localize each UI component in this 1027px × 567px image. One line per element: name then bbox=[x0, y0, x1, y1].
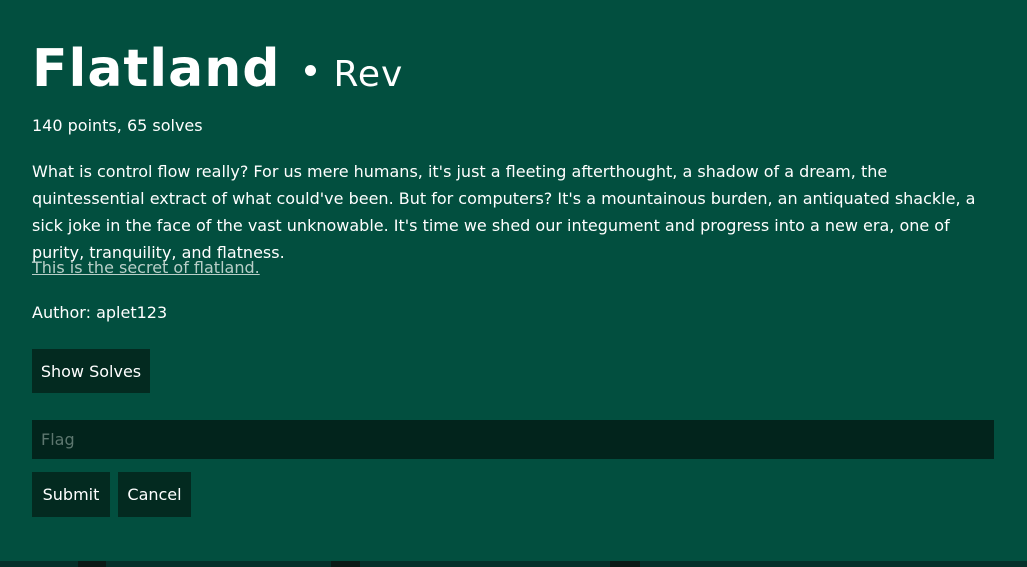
show-solves-button[interactable]: Show Solves bbox=[32, 349, 150, 393]
challenge-panel: Flatland Rev 140 points, 65 solves What … bbox=[0, 0, 1027, 561]
edge-segment bbox=[360, 561, 610, 567]
challenge-category: Rev bbox=[333, 54, 404, 95]
challenge-title: Flatland bbox=[32, 39, 281, 99]
challenge-header: Flatland Rev bbox=[32, 40, 403, 98]
challenge-author: Author: aplet123 bbox=[32, 303, 168, 322]
challenge-link[interactable]: This is the secret of flatland. bbox=[32, 258, 260, 277]
edge-segment bbox=[0, 561, 78, 567]
flag-input[interactable] bbox=[32, 420, 994, 459]
challenge-description: What is control flow really? For us mere… bbox=[32, 162, 976, 262]
cancel-button[interactable]: Cancel bbox=[118, 472, 191, 517]
bullet-separator-icon bbox=[305, 65, 317, 76]
next-panel-edge bbox=[0, 561, 1027, 567]
points-solves-text: 140 points, 65 solves bbox=[32, 116, 203, 135]
submit-button[interactable]: Submit bbox=[32, 472, 110, 517]
edge-segment bbox=[106, 561, 331, 567]
edge-segment bbox=[640, 561, 1027, 567]
